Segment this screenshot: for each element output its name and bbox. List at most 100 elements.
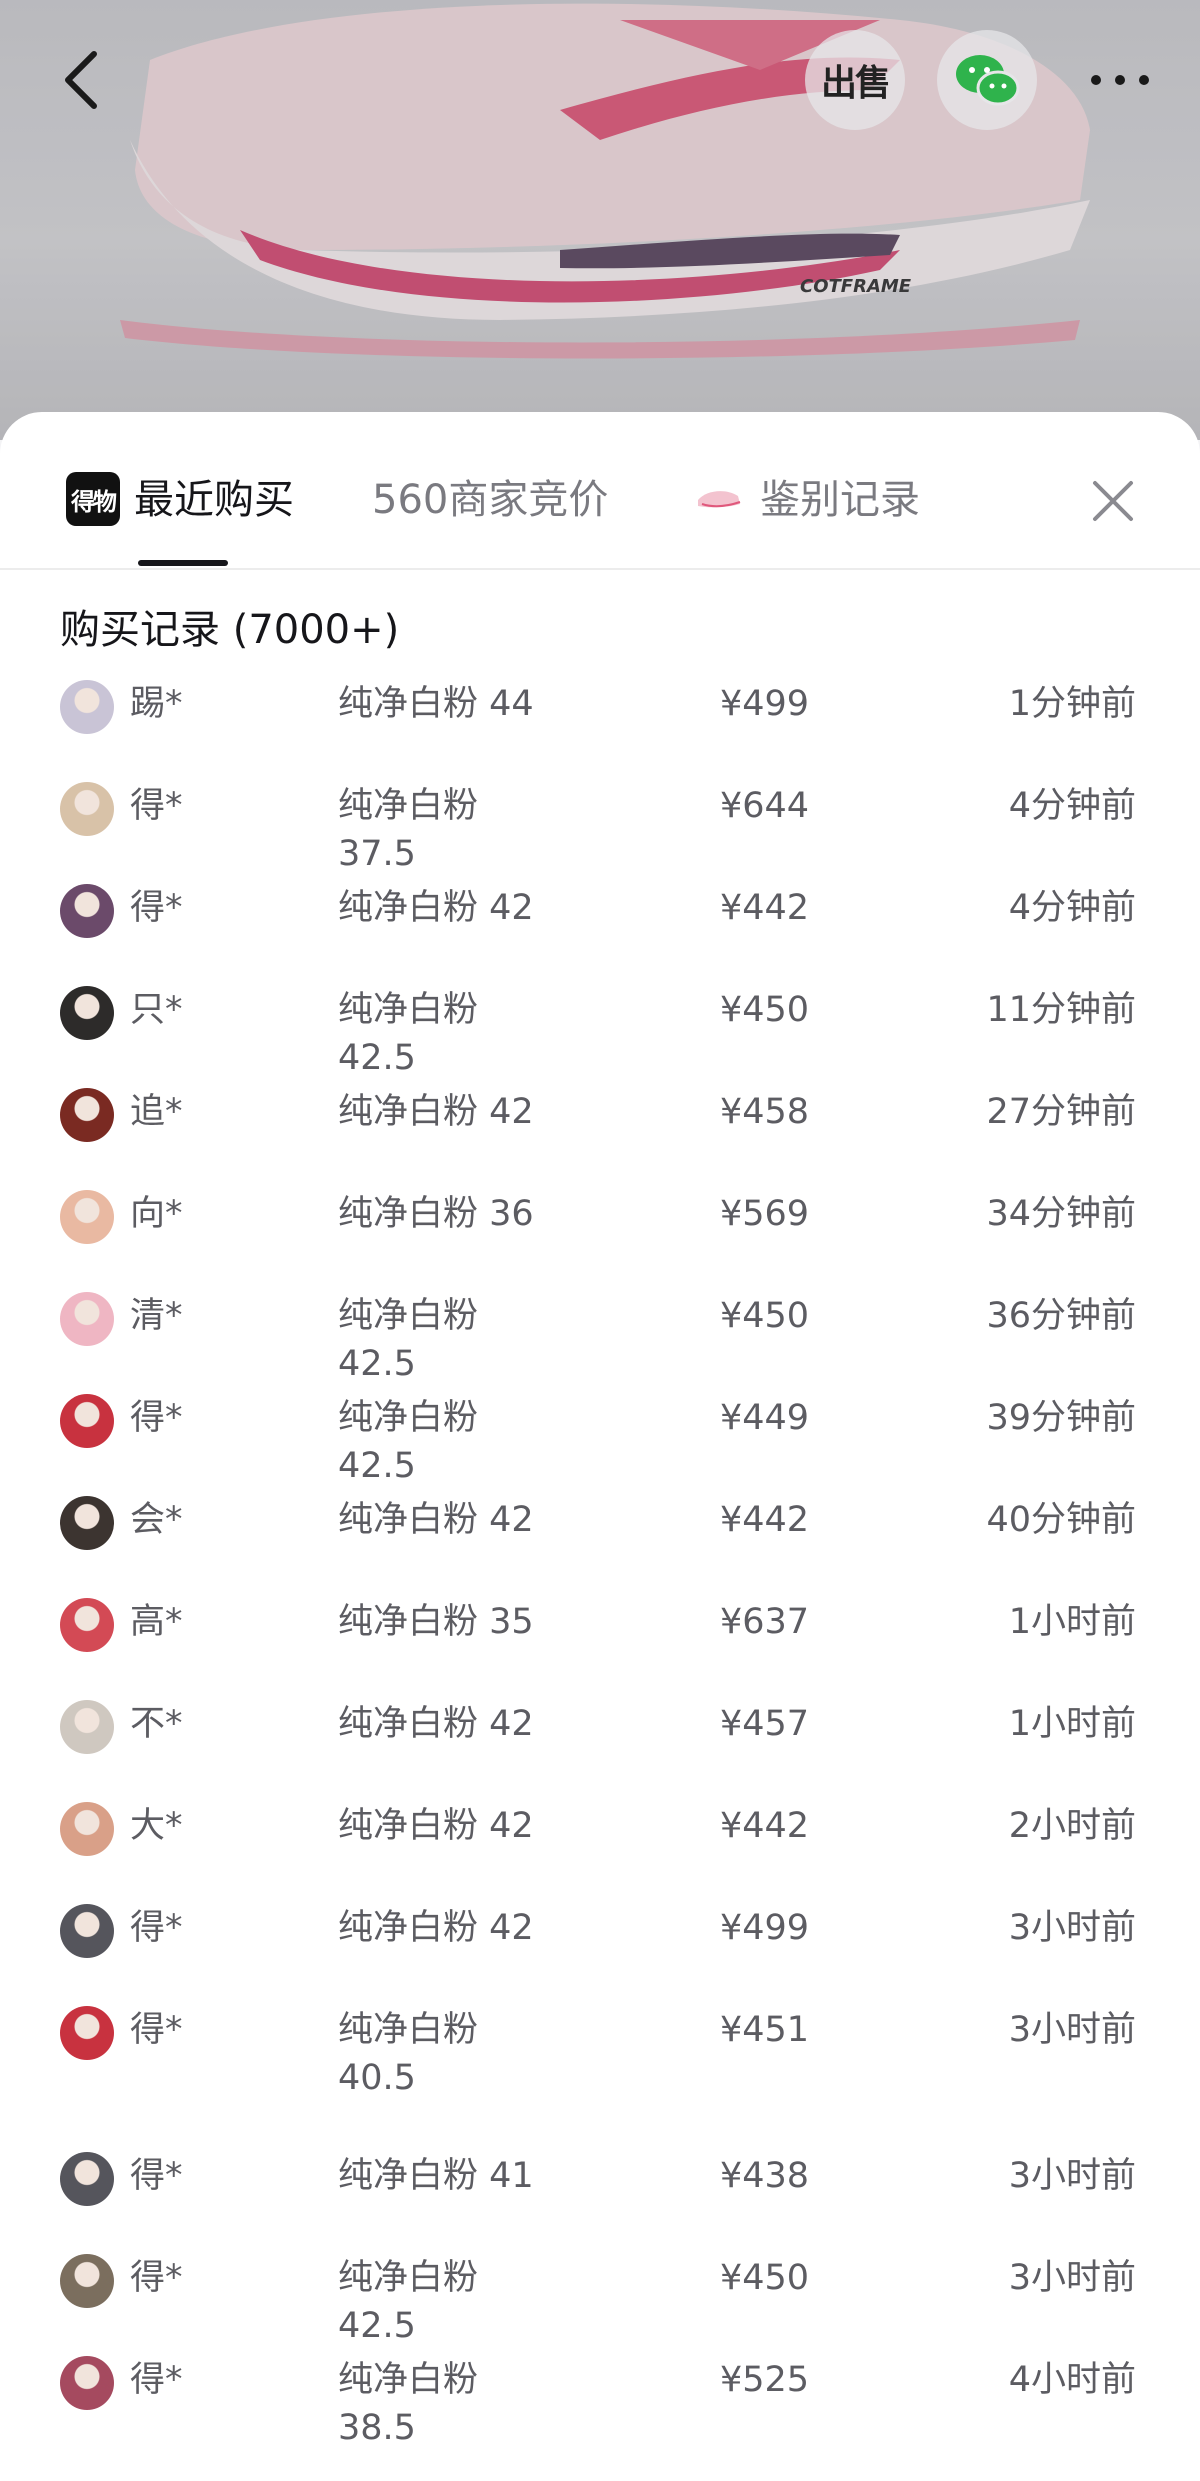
close-button[interactable] (1080, 468, 1146, 534)
sale-price: ¥458 (720, 1092, 810, 1132)
purchase-time: 1小时前 (1008, 1704, 1136, 1744)
avatar (60, 1292, 114, 1346)
purchase-record-row: 得* 纯净白粉 40.5 ¥451 3小时前 (30, 1998, 1170, 2098)
product-spec: 纯净白粉 41 (338, 2156, 534, 2196)
purchase-time: 39分钟前 (986, 1398, 1136, 1438)
purchase-record-row: 得* 纯净白粉 42 ¥499 3小时前 (30, 1896, 1170, 1996)
sale-price: ¥438 (720, 2156, 810, 2196)
dewu-logo-icon: 得物 (66, 472, 120, 526)
avatar (60, 2006, 114, 2060)
buyer-name: 会* (130, 1500, 183, 1540)
buyer-name: 得* (130, 2156, 183, 2196)
sale-price: ¥450 (720, 990, 810, 1030)
avatar (60, 1700, 114, 1754)
sale-price: ¥644 (720, 786, 810, 826)
purchase-record-row: 追* 纯净白粉 42 ¥458 27分钟前 (30, 1080, 1170, 1180)
purchase-record-row: 得* 纯净白粉 41 ¥438 3小时前 (30, 2144, 1170, 2244)
buyer-name: 高* (130, 1602, 183, 1642)
product-spec: 纯净白粉 36 (338, 1194, 534, 1234)
purchase-record-row: 踢* 纯净白粉 44 ¥499 1分钟前 (30, 672, 1170, 772)
more-button[interactable] (1070, 30, 1170, 130)
product-spec: 纯净白粉 42 (338, 1806, 534, 1846)
product-spec: 纯净白粉 42 (338, 1092, 534, 1132)
back-button[interactable] (30, 30, 130, 130)
purchase-time: 4分钟前 (1008, 786, 1136, 826)
sale-price: ¥457 (720, 1704, 810, 1744)
avatar (60, 2152, 114, 2206)
buyer-name: 踢* (130, 684, 183, 724)
avatar (60, 1802, 114, 1856)
buyer-name: 得* (130, 786, 183, 826)
purchase-time: 2小时前 (1008, 1806, 1136, 1846)
more-dots-icon (1091, 75, 1149, 85)
product-spec: 纯净白粉 42.5 (338, 1398, 479, 1486)
product-spec: 纯净白粉 42.5 (338, 990, 479, 1078)
purchase-record-row: 不* 纯净白粉 42 ¥457 1小时前 (30, 1692, 1170, 1792)
avatar (60, 1496, 114, 1550)
sheet-tab-bar: 得物 最近购买 560商家竞价 鉴别记录 (0, 412, 1200, 570)
tab-authentication-records[interactable]: 鉴别记录 (760, 472, 920, 528)
tab-merchant-bids[interactable]: 560商家竞价 (372, 472, 608, 528)
avatar (60, 782, 114, 836)
product-spec: 纯净白粉 42 (338, 888, 534, 928)
purchase-time: 36分钟前 (986, 1296, 1136, 1336)
avatar (60, 1904, 114, 1958)
purchase-time: 4小时前 (1008, 2360, 1136, 2400)
avatar (60, 1394, 114, 1448)
product-spec: 纯净白粉 42 (338, 1500, 534, 1540)
product-spec: 纯净白粉 42.5 (338, 1296, 479, 1384)
chevron-left-icon (65, 51, 97, 109)
sell-label: 出售 (820, 63, 891, 104)
buyer-name: 得* (130, 1398, 183, 1438)
purchase-record-row: 得* 纯净白粉 42.5 ¥450 3小时前 (30, 2246, 1170, 2346)
active-tab-indicator (138, 560, 228, 566)
buyer-name: 清* (130, 1296, 183, 1336)
buyer-name: 得* (130, 1908, 183, 1948)
sale-price: ¥499 (720, 684, 810, 724)
purchase-record-row: 向* 纯净白粉 36 ¥569 34分钟前 (30, 1182, 1170, 1282)
sale-price: ¥450 (720, 1296, 810, 1336)
purchase-record-row: 只* 纯净白粉 42.5 ¥450 11分钟前 (30, 978, 1170, 1078)
tab-recent-purchases[interactable]: 最近购买 (134, 472, 294, 528)
buyer-name: 不* (130, 1704, 183, 1744)
purchase-time: 1分钟前 (1008, 684, 1136, 724)
purchase-record-row: 得* 纯净白粉 42 ¥442 4分钟前 (30, 876, 1170, 976)
purchase-time: 3小时前 (1008, 2258, 1136, 2298)
buyer-name: 得* (130, 2360, 183, 2400)
purchase-time: 27分钟前 (986, 1092, 1136, 1132)
avatar (60, 2356, 114, 2410)
product-spec: 纯净白粉 35 (338, 1602, 534, 1642)
records-title: 购买记录 (7000+) (60, 607, 400, 653)
close-icon (1093, 481, 1133, 521)
sale-price: ¥442 (720, 888, 810, 928)
avatar (60, 986, 114, 1040)
purchase-record-row: 大* 纯净白粉 42 ¥442 2小时前 (30, 1794, 1170, 1894)
purchase-time: 40分钟前 (986, 1500, 1136, 1540)
buyer-name: 追* (130, 1092, 183, 1132)
product-spec: 纯净白粉 37.5 (338, 786, 479, 874)
purchase-records-sheet: 得物 最近购买 560商家竞价 鉴别记录 购买记录 (7000+) 踢* 纯净白粉… (0, 412, 1200, 2481)
purchase-time: 3小时前 (1008, 2010, 1136, 2050)
product-spec: 纯净白粉 42.5 (338, 2258, 479, 2346)
product-spec: 纯净白粉 42 (338, 1908, 534, 1948)
wechat-share-button[interactable] (937, 30, 1037, 130)
purchase-time: 3小时前 (1008, 1908, 1136, 1948)
purchase-record-row: 清* 纯净白粉 42.5 ¥450 36分钟前 (30, 1284, 1170, 1384)
sale-price: ¥450 (720, 2258, 810, 2298)
buyer-name: 得* (130, 2258, 183, 2298)
sale-price: ¥442 (720, 1500, 810, 1540)
buyer-name: 得* (130, 2010, 183, 2050)
purchase-time: 1小时前 (1008, 1602, 1136, 1642)
sale-price: ¥525 (720, 2360, 810, 2400)
sell-button[interactable]: 出售 (805, 30, 905, 130)
buyer-name: 得* (130, 888, 183, 928)
sale-price: ¥499 (720, 1908, 810, 1948)
avatar (60, 2254, 114, 2308)
avatar (60, 680, 114, 734)
purchase-record-row: 得* 纯净白粉 42.5 ¥449 39分钟前 (30, 1386, 1170, 1486)
wechat-icon (956, 55, 1020, 106)
purchase-time: 4分钟前 (1008, 888, 1136, 928)
purchase-record-row: 会* 纯净白粉 42 ¥442 40分钟前 (30, 1488, 1170, 1588)
shoe-thumbnail-icon (698, 491, 741, 508)
buyer-name: 大* (130, 1806, 183, 1846)
